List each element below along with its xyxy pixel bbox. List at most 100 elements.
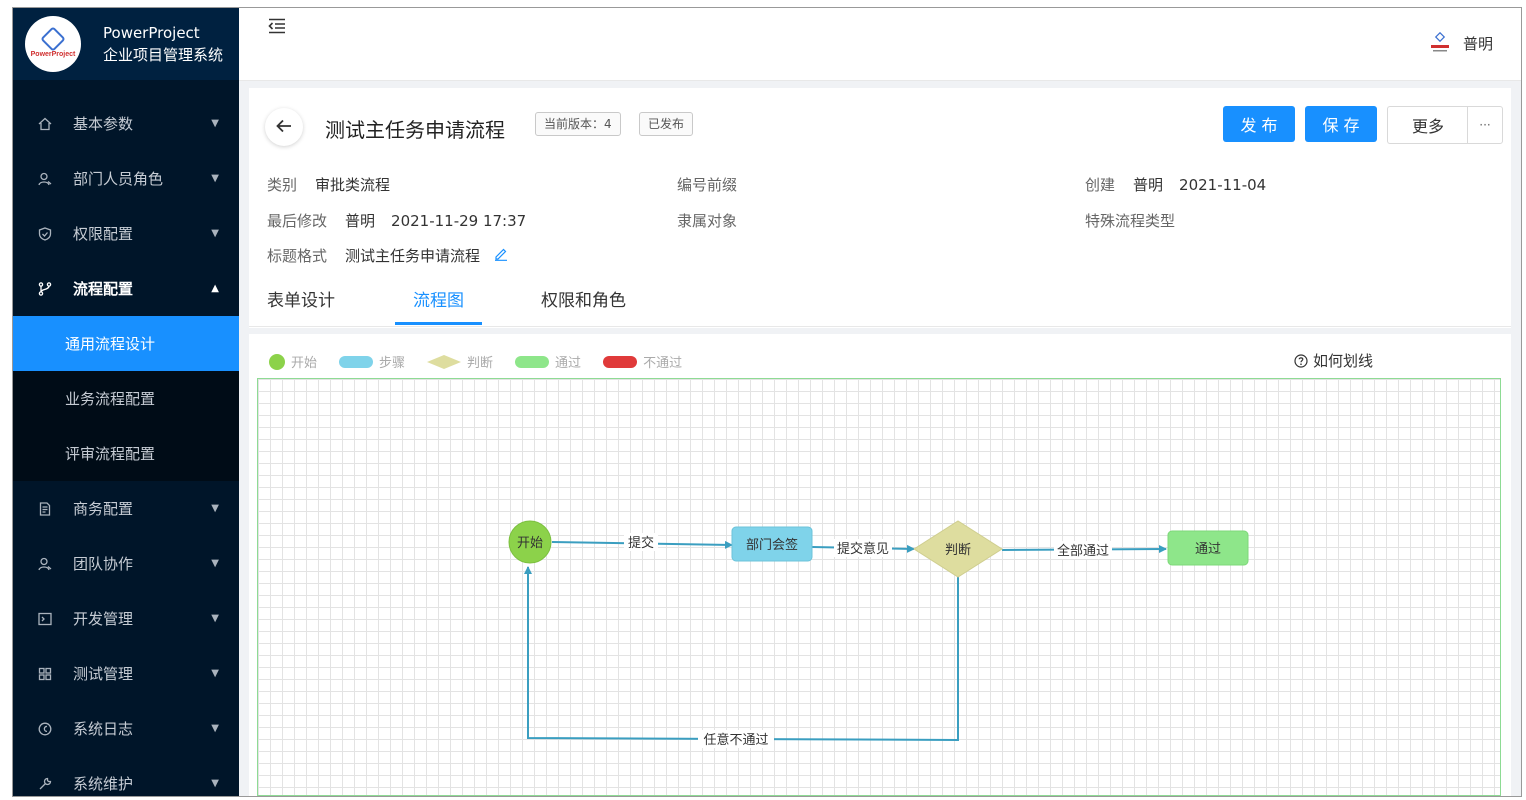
sidebar-subitem-review-workflow-config[interactable]: 评审流程配置 xyxy=(13,426,239,481)
sidebar-item-label: 系统日志 xyxy=(73,720,134,738)
node-decision[interactable]: 判断 xyxy=(913,520,1003,578)
edge-label-submit: 提交 xyxy=(628,535,654,551)
meta-prefix: 编号前缀 xyxy=(677,174,755,195)
meta-label: 特殊流程类型 xyxy=(1085,212,1176,230)
app-logo: PowerProject xyxy=(25,16,81,72)
how-to-draw-label: 如何划线 xyxy=(1312,352,1373,370)
meta-modified-date: 2021-11-29 17:37 xyxy=(391,212,527,230)
chevron-down-icon: ▼ xyxy=(211,613,219,624)
sidebar-item-label: 测试管理 xyxy=(73,665,134,683)
fail-swatch xyxy=(603,355,638,368)
page-title: 测试主任务申请流程 xyxy=(325,118,505,142)
meta-title-format: 标题格式 测试主任务申请流程 xyxy=(267,245,508,266)
step-swatch xyxy=(339,355,374,368)
decision-swatch xyxy=(427,354,462,369)
meta-label: 类别 xyxy=(267,176,298,194)
version-tag: 当前版本：4 xyxy=(535,112,621,136)
back-button[interactable] xyxy=(265,108,303,146)
sidebar-item-basic-params[interactable]: 基本参数 ▼ xyxy=(13,96,239,151)
meta-label: 标题格式 xyxy=(267,247,328,265)
legend-step: 步骤 xyxy=(339,352,405,371)
meta-label: 最后修改 xyxy=(267,212,328,230)
user-name: 普明 xyxy=(1462,34,1493,53)
tab-form-design[interactable]: 表单设计 xyxy=(267,286,335,322)
meta-value: 测试主任务申请流程 xyxy=(345,247,481,265)
node-pass[interactable]: 通过 xyxy=(1167,530,1249,566)
sidebar: PowerProject PowerProject 企业项目管理系统 基本参数 … xyxy=(13,8,239,796)
meta-label: 编号前缀 xyxy=(677,176,738,194)
legend-label: 开始 xyxy=(291,356,318,371)
help-circle-icon xyxy=(1294,354,1308,368)
more-button[interactable]: 更多 xyxy=(1387,106,1468,144)
sidebar-item-workflow-config[interactable]: 流程配置 ▲ xyxy=(13,261,239,316)
edge-any-fail[interactable] xyxy=(524,566,959,742)
flowchart-canvas[interactable]: 提交 提交意见 全部通过 任意不通过 开始 部门会签 判断 通过 xyxy=(257,378,1501,796)
meta-created-user: 普明 xyxy=(1133,176,1164,194)
start-swatch xyxy=(269,353,285,370)
team-icon xyxy=(37,556,53,572)
node-decision-label: 判断 xyxy=(945,543,971,558)
sidebar-item-business-config[interactable]: 商务配置 ▼ xyxy=(13,481,239,536)
sidebar-item-test-management[interactable]: 测试管理 ▼ xyxy=(13,646,239,701)
edge-label-submit-opinion: 提交意见 xyxy=(837,541,889,557)
home-icon xyxy=(37,116,53,132)
sidebar-item-system-maintenance[interactable]: 系统维护 ▼ xyxy=(13,756,239,796)
sidebar-item-permissions[interactable]: 权限配置 ▼ xyxy=(13,206,239,261)
flowchart-svg: 提交 提交意见 全部通过 任意不通过 开始 部门会签 判断 通过 xyxy=(508,520,1249,748)
app-title: PowerProject 企业项目管理系统 xyxy=(103,22,223,66)
sidebar-subitem-business-workflow-config[interactable]: 业务流程配置 xyxy=(13,371,239,426)
branch-icon xyxy=(37,281,53,297)
node-start[interactable]: 开始 xyxy=(508,520,552,564)
how-to-draw-link[interactable]: 如何划线 xyxy=(1294,350,1373,371)
legend-pass: 通过 xyxy=(515,352,581,371)
top-bar: 普明 xyxy=(239,8,1521,81)
sidebar-item-team-collab[interactable]: 团队协作 ▼ xyxy=(13,536,239,591)
sidebar-item-label: 流程配置 xyxy=(73,280,134,298)
sidebar-menu: 基本参数 ▼ 部门人员角色 ▼ 权限配置 ▼ 流程配置 ▲ 通用流程设计 业务流… xyxy=(13,96,239,796)
app-name: PowerProject xyxy=(103,24,200,42)
wrench-icon xyxy=(37,776,53,792)
legend-fail: 不通过 xyxy=(603,352,682,371)
sidebar-item-label: 商务配置 xyxy=(73,500,134,518)
sidebar-subitem-general-workflow-design[interactable]: 通用流程设计 xyxy=(13,316,239,371)
meta-label: 创建 xyxy=(1085,176,1116,194)
sidebar-item-label: 系统维护 xyxy=(73,775,134,793)
workflow-submenu: 通用流程设计 业务流程配置 评审流程配置 xyxy=(13,316,239,481)
more-dropdown-button[interactable]: ··· xyxy=(1467,106,1503,144)
tab-permissions-roles[interactable]: 权限和角色 xyxy=(541,286,626,322)
chevron-down-icon: ▼ xyxy=(211,228,219,239)
meta-modified-user: 普明 xyxy=(345,212,376,230)
chevron-down-icon: ▼ xyxy=(211,558,219,569)
logo-area: PowerProject PowerProject 企业项目管理系统 xyxy=(13,8,239,80)
legend-decision: 判断 xyxy=(427,352,493,371)
chevron-down-icon: ▼ xyxy=(211,723,219,734)
sidebar-item-label: 权限配置 xyxy=(73,225,134,243)
node-pass-label: 通过 xyxy=(1195,542,1221,557)
sidebar-item-dept-roles[interactable]: 部门人员角色 ▼ xyxy=(13,151,239,206)
legend-label: 不通过 xyxy=(643,356,683,371)
users-icon xyxy=(37,171,53,187)
edge-label-all-pass: 全部通过 xyxy=(1057,543,1109,559)
chevron-down-icon: ▼ xyxy=(211,778,219,789)
tab-bar: 表单设计 流程图 权限和角色 xyxy=(249,278,1511,327)
sidebar-item-system-log[interactable]: 系统日志 ▼ xyxy=(13,701,239,756)
edit-icon[interactable] xyxy=(490,248,508,265)
menu-collapse-icon[interactable] xyxy=(267,18,287,39)
chevron-up-icon: ▲ xyxy=(211,283,219,294)
node-step[interactable]: 部门会签 xyxy=(731,526,813,562)
meta-special-type: 特殊流程类型 xyxy=(1085,210,1193,231)
meta-owner: 隶属对象 xyxy=(677,210,755,231)
status-badge: 已发布 xyxy=(639,112,694,136)
edge-label-any-fail: 任意不通过 xyxy=(703,732,768,748)
document-icon xyxy=(37,501,53,517)
logo-mark-icon xyxy=(40,26,66,52)
tab-flowchart[interactable]: 流程图 xyxy=(395,286,482,325)
sidebar-item-dev-management[interactable]: 开发管理 ▼ xyxy=(13,591,239,646)
node-start-label: 开始 xyxy=(517,536,543,551)
publish-button[interactable]: 发 布 xyxy=(1223,106,1295,142)
legend-label: 通过 xyxy=(555,356,582,371)
save-button[interactable]: 保 存 xyxy=(1305,106,1377,142)
legend-label: 步骤 xyxy=(379,356,406,371)
user-menu[interactable]: 普明 xyxy=(1426,30,1493,56)
chevron-down-icon: ▼ xyxy=(211,668,219,679)
